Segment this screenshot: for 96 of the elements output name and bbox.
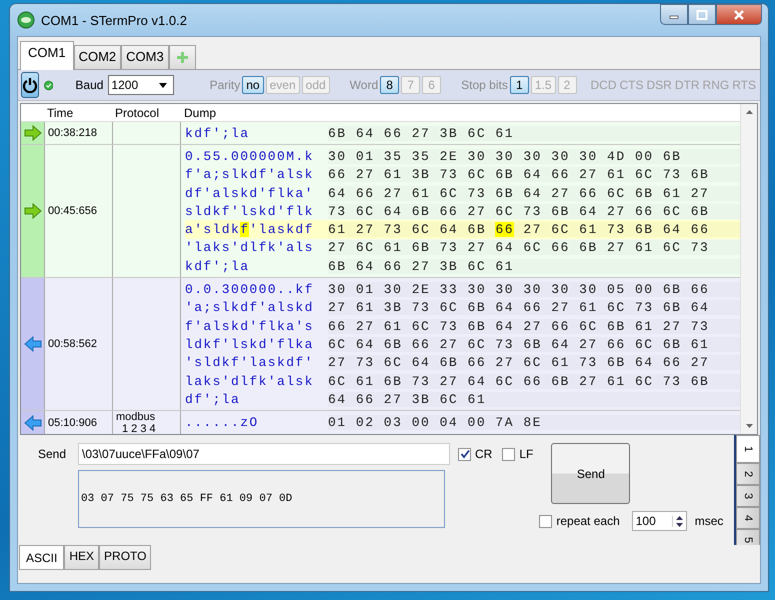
caret-up-icon bbox=[676, 516, 683, 520]
signal-indicator: RTS bbox=[732, 78, 756, 92]
line-ending-checkbox[interactable]: LF bbox=[502, 447, 534, 461]
preset-tab[interactable]: 4 bbox=[736, 507, 760, 529]
close-icon bbox=[733, 10, 745, 20]
hex-dump-text: 66 27 61 3B 73 6C 6B 64 66 27 61 6C 73 6B bbox=[328, 167, 740, 182]
repeat-checkbox[interactable]: repeat each bbox=[539, 514, 620, 528]
hex-dump-text: 6B 64 66 27 3B 6C 61 bbox=[328, 126, 740, 141]
signal-indicator: RNG bbox=[702, 78, 730, 92]
unit-label: msec bbox=[694, 514, 724, 528]
hex-dump-text: 64 66 27 3B 6C 61 bbox=[328, 392, 740, 407]
signal-indicator: DTR bbox=[674, 78, 700, 92]
column-header: Dump bbox=[183, 106, 216, 120]
protocol-text: modbus bbox=[116, 411, 156, 424]
time-cell: 00:38:218 bbox=[48, 127, 97, 140]
port-tab[interactable]: COM1 bbox=[20, 41, 74, 70]
ascii-dump-text: 'sldkf'laskdf' bbox=[185, 355, 315, 370]
port-tab[interactable]: COM3 bbox=[121, 45, 169, 69]
ascii-dump-text: sldkf'lskd'flk bbox=[185, 204, 315, 219]
option-toggle[interactable]: 1 bbox=[510, 76, 529, 94]
ascii-dump-text: 'a;slkdf'alskd bbox=[185, 300, 315, 316]
right-arrow-icon bbox=[24, 203, 42, 220]
left-arrow-icon bbox=[24, 415, 42, 432]
option-group-label: Parity bbox=[210, 78, 240, 92]
hex-dump-text: 30 01 35 35 2E 30 30 30 30 30 4D 00 6B bbox=[328, 148, 740, 164]
preset-tab[interactable]: 2 bbox=[736, 463, 760, 485]
signal-indicator: DCD bbox=[590, 78, 617, 92]
signal-indicator: CTS bbox=[620, 78, 644, 92]
ascii-dump-text: 0.55.000000M.k bbox=[185, 148, 315, 164]
hex-dump-text: 61 27 73 6C 64 6B 66 27 6C 61 73 6B 64 66 bbox=[328, 222, 740, 238]
maximize-icon bbox=[696, 10, 708, 20]
ascii-dump-text: f'alskd'flka's bbox=[185, 318, 315, 334]
option-group-label: Word bbox=[350, 78, 378, 92]
scrollbar[interactable] bbox=[740, 104, 757, 434]
option-toggle[interactable]: 8 bbox=[380, 76, 400, 94]
protocol-text: 1 2 3 4 bbox=[121, 423, 157, 434]
send-label: Send bbox=[38, 447, 68, 461]
preset-tab[interactable]: 3 bbox=[736, 485, 760, 507]
time-cell: 00:58:562 bbox=[48, 338, 97, 350]
plus-icon bbox=[176, 51, 189, 64]
ascii-dump-text: laks'dlfk'alsk bbox=[185, 374, 315, 388]
right-arrow-icon bbox=[24, 125, 42, 142]
mode-tab[interactable]: HEX bbox=[64, 545, 100, 570]
baud-label: Baud bbox=[75, 78, 104, 92]
close-button[interactable] bbox=[716, 4, 762, 25]
caret-down-icon bbox=[746, 424, 752, 428]
port-tab[interactable]: COM2 bbox=[74, 45, 122, 69]
caret-icon bbox=[158, 82, 167, 88]
hex-dump-text: 27 73 6C 64 6B 66 27 6C 61 73 6B 64 66 27 bbox=[328, 355, 740, 370]
hex-dump-text: 30 01 30 2E 33 30 30 30 30 30 05 00 6B 66 bbox=[328, 282, 740, 298]
mode-tab[interactable]: ASCII bbox=[19, 545, 64, 570]
send-button[interactable]: Send bbox=[551, 443, 630, 504]
ascii-dump-text: 'laks'dlfk'als bbox=[185, 240, 315, 256]
ascii-dump-text: 0.0.300000..kf bbox=[185, 282, 315, 298]
window-title: COM1 - STermPro v1.0.2 bbox=[41, 12, 187, 28]
column-header: Time bbox=[46, 106, 74, 120]
caret-down-icon bbox=[676, 522, 683, 526]
column-header: Protocol bbox=[114, 106, 160, 120]
hex-dump-text: 66 27 61 6C 73 6B 64 27 66 6C 6B 61 27 73 bbox=[328, 318, 740, 334]
hex-dump-text: 64 66 27 61 6C 73 6B 64 27 66 6C 6B 61 27 bbox=[328, 186, 740, 201]
ascii-dump-text: df';la bbox=[185, 392, 242, 407]
option-toggle[interactable]: no bbox=[242, 76, 264, 94]
option-group-label: Stop bits bbox=[461, 78, 508, 92]
checkmark-icon bbox=[460, 449, 470, 459]
preset-tab[interactable]: 1 bbox=[736, 435, 760, 463]
minimize-button[interactable] bbox=[660, 4, 688, 25]
hex-dump-text: 27 6C 61 6B 73 27 64 6C 66 6B 27 61 6C 73 bbox=[328, 240, 740, 256]
app-icon bbox=[17, 11, 35, 29]
hex-dump-text: 01 02 03 00 04 00 7A 8E bbox=[328, 415, 740, 430]
signal-indicator: DSR bbox=[646, 78, 672, 92]
time-cell: 00:45:656 bbox=[48, 205, 97, 218]
ascii-dump-text: f'a;slkdf'alsk bbox=[185, 167, 315, 182]
caret-up-icon bbox=[746, 110, 752, 114]
power-button[interactable] bbox=[21, 72, 39, 98]
ascii-dump-text: ldkf'lskd'flka bbox=[185, 336, 315, 352]
power-icon bbox=[22, 77, 38, 93]
ascii-dump-text: kdf';la bbox=[185, 258, 250, 274]
baud-dropdown[interactable]: 1200 bbox=[108, 75, 174, 95]
maximize-button[interactable] bbox=[688, 4, 716, 25]
hex-dump-text: 6C 64 6B 66 27 6C 73 6B 64 27 66 6C 6B 61 bbox=[328, 336, 740, 352]
preset-tab[interactable]: 5 bbox=[736, 529, 760, 545]
time-cell: 05:10:906 bbox=[48, 417, 97, 430]
hex-dump-text: 6C 61 6B 73 27 64 6C 66 6B 27 61 6C 73 6B bbox=[328, 374, 740, 388]
hex-dump-text: 73 6C 64 6B 66 27 6C 73 6B 64 27 66 6C 6B bbox=[328, 204, 740, 219]
mode-tab[interactable]: PROTO bbox=[99, 545, 152, 570]
interval-spinner[interactable]: 100 bbox=[632, 511, 687, 531]
hex-dump-text: 27 61 3B 73 6C 6B 64 66 27 61 6C 73 6B 64 bbox=[328, 300, 740, 316]
left-arrow-icon bbox=[24, 336, 42, 352]
line-ending-checkbox[interactable]: CR bbox=[458, 447, 492, 461]
ascii-dump-text: df'alskd'flka' bbox=[185, 186, 315, 201]
ascii-dump-text: ......zO bbox=[185, 415, 260, 430]
ascii-dump-text: kdf';la bbox=[185, 126, 250, 141]
ascii-dump-text: a'sldk f'laskdf bbox=[185, 222, 315, 238]
hex-preview-text: 03 07 75 75 63 65 FF 61 09 07 0D bbox=[81, 493, 292, 505]
send-input-field[interactable]: \03\07uuce\FFa\09\07 bbox=[78, 443, 450, 465]
hex-dump-text: 6B 64 66 27 3B 6C 61 bbox=[328, 258, 740, 274]
